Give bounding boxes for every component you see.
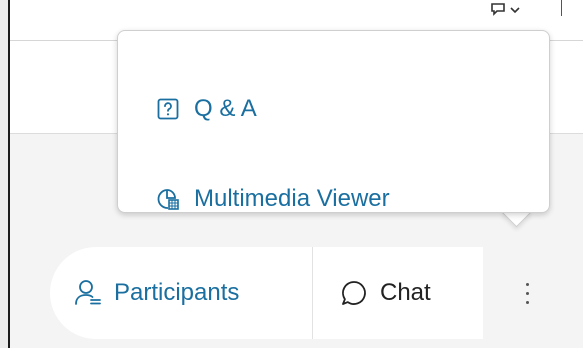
more-options-menu: Q & A Multimedia Viewer bbox=[117, 30, 550, 213]
chat-label: Chat bbox=[380, 279, 431, 306]
menu-pointer-cover bbox=[498, 196, 538, 210]
menu-item-multimedia-viewer-label: Multimedia Viewer bbox=[194, 185, 390, 212]
top-bar-divider bbox=[561, 0, 562, 16]
multimedia-viewer-icon bbox=[156, 187, 180, 211]
toolbar-divider bbox=[312, 247, 313, 339]
more-vertical-icon-dot bbox=[525, 291, 529, 295]
chat-button[interactable]: Chat bbox=[340, 247, 431, 339]
menu-item-qa-label: Q & A bbox=[194, 95, 257, 122]
menu-item-multimedia-viewer[interactable]: Multimedia Viewer bbox=[156, 181, 390, 217]
question-box-icon bbox=[156, 97, 180, 121]
participants-label: Participants bbox=[114, 279, 240, 306]
chat-bubble-icon bbox=[340, 279, 368, 307]
more-vertical-icon-dot bbox=[525, 282, 529, 286]
more-vertical-icon-dot bbox=[525, 300, 529, 304]
more-options-button[interactable] bbox=[512, 270, 542, 316]
participants-icon bbox=[74, 279, 102, 307]
meeting-toolbar: Participants Chat bbox=[50, 247, 483, 339]
layout-menu-icon[interactable] bbox=[488, 2, 522, 20]
menu-item-qa[interactable]: Q & A bbox=[156, 91, 257, 127]
participants-button[interactable]: Participants bbox=[74, 247, 239, 339]
